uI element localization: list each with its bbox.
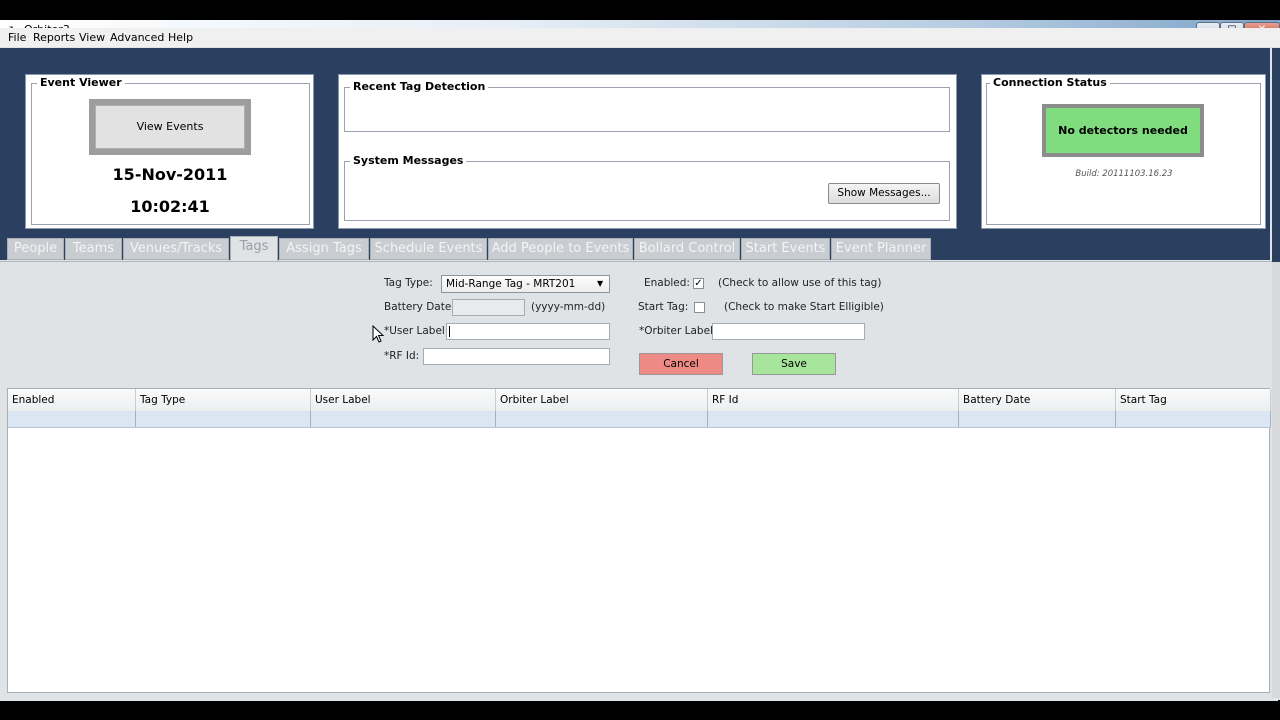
column-header-user-label[interactable]: User Label [311,389,496,411]
column-header-enabled[interactable]: Enabled [8,389,136,411]
column-header-start-tag[interactable]: Start Tag [1116,389,1271,411]
column-header-tag-type[interactable]: Tag Type [136,389,311,411]
table-cell[interactable] [496,411,708,427]
user-label-input[interactable] [446,323,610,340]
tab-event-planner[interactable]: Event Planner [831,238,931,260]
table-cell[interactable] [1116,411,1271,427]
table-cell[interactable] [708,411,959,427]
show-messages-button[interactable]: Show Messages... [828,183,940,204]
orbiter-label-label: *Orbiter Label: [639,325,717,337]
start-tag-checkbox[interactable] [694,302,705,313]
table-cell[interactable] [311,411,496,427]
battery-date-label: Battery Date: [384,301,455,313]
column-header-rf-id[interactable]: RF Id [708,389,959,411]
tab-schedule-events[interactable]: Schedule Events [370,238,487,260]
orbiter-label-input[interactable] [712,323,865,340]
event-viewer-legend: Event Viewer [37,76,125,89]
cancel-button[interactable]: Cancel [639,353,723,375]
table-header: Enabled Tag Type User Label Orbiter Labe… [8,389,1271,412]
tab-venues-tracks[interactable]: Venues/Tracks [123,238,229,260]
tab-people[interactable]: People [7,238,64,260]
column-header-orbiter-label[interactable]: Orbiter Label [496,389,708,411]
start-tag-hint: (Check to make Start Elligible) [724,301,884,313]
chevron-down-icon[interactable]: ▼ [597,279,603,288]
current-date: 15-Nov-2011 [112,165,228,184]
tab-tags[interactable]: Tags [230,236,278,261]
battery-date-format-hint: (yyyy-mm-dd) [531,301,606,313]
tab-add-people-to-events[interactable]: Add People to Events [488,238,633,260]
menu-bar: File Reports View Advanced Help [0,28,1280,47]
tag-type-select[interactable]: Mid-Range Tag - MRT201 [441,275,610,293]
enabled-label: Enabled: [644,277,690,289]
start-tag-label: Start Tag: [638,301,689,313]
table-cell[interactable] [8,411,136,427]
menu-help[interactable]: Help [168,31,193,44]
tag-type-label: Tag Type: [384,277,433,289]
connection-status-indicator[interactable]: No detectors needed [1046,108,1200,153]
recent-tag-legend: Recent Tag Detection [350,80,489,93]
column-header-battery-date[interactable]: Battery Date [959,389,1116,411]
mouse-cursor-icon [372,325,384,343]
enabled-hint: (Check to allow use of this tag) [718,277,882,289]
table-row[interactable] [8,411,1271,428]
connection-status-legend: Connection Status [990,76,1110,89]
view-events-button[interactable]: View Events [95,105,245,149]
vertical-scrollbar[interactable] [1272,262,1280,698]
system-messages-legend: System Messages [350,154,467,167]
tab-bollard-control[interactable]: Bollard Control [634,238,740,260]
tag-type-value: Mid-Range Tag - MRT201 [446,278,576,290]
build-version: Build: 20111103.16.23 [1075,169,1173,179]
menu-reports[interactable]: Reports [33,31,75,44]
menu-view[interactable]: View [79,31,105,44]
table-cell[interactable] [959,411,1116,427]
tags-table: Enabled Tag Type User Label Orbiter Labe… [7,388,1271,693]
tab-start-events[interactable]: Start Events [741,238,830,260]
table-cell[interactable] [136,411,311,427]
recent-tag-fieldset [344,87,950,132]
text-caret [449,326,450,337]
battery-date-input[interactable] [452,299,525,316]
menu-file[interactable]: File [8,31,26,44]
tab-teams[interactable]: Teams [65,238,122,260]
rf-id-input[interactable] [423,348,610,365]
menu-advanced[interactable]: Advanced [110,31,164,44]
save-button[interactable]: Save [752,353,836,375]
enabled-checkbox[interactable]: ✓ [693,278,704,289]
user-label-label: *User Label: [384,325,449,337]
rf-id-label: *RF Id: [384,350,420,362]
tab-assign-tags[interactable]: Assign Tags [279,238,369,260]
current-time: 10:02:41 [130,197,210,216]
